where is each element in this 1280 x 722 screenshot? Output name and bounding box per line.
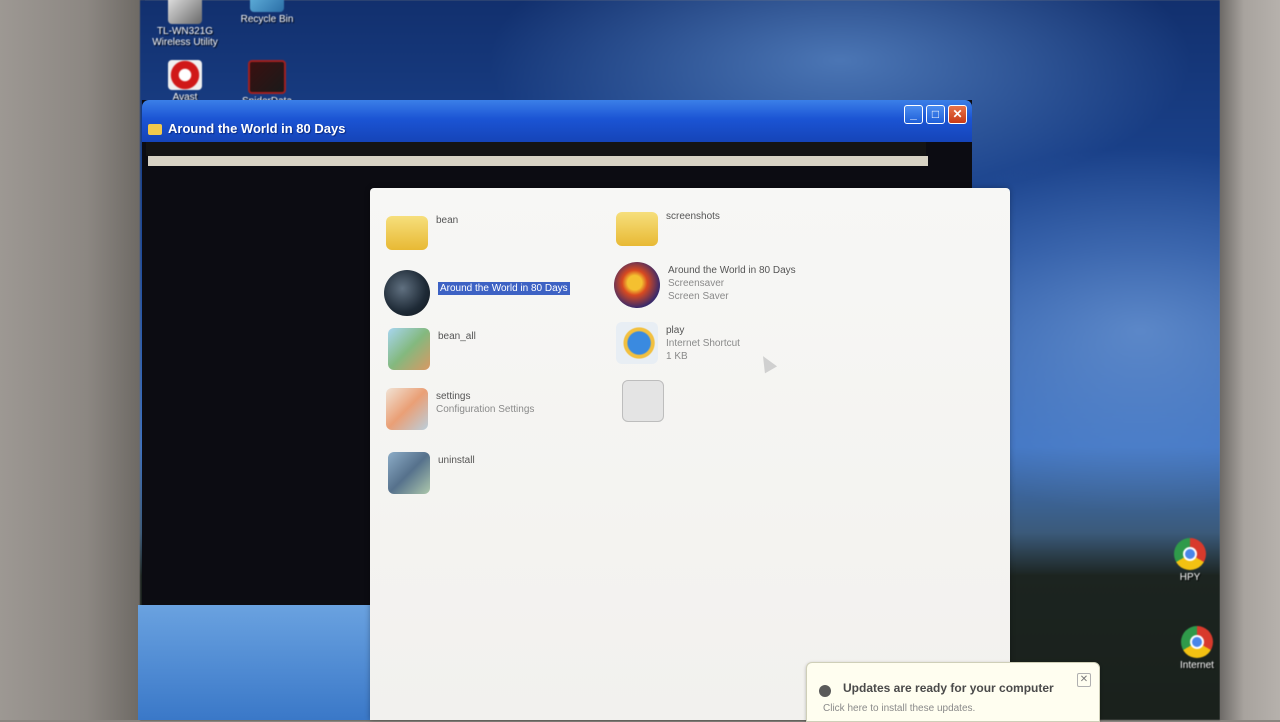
maximize-button[interactable]: □ [926, 105, 945, 124]
list-item[interactable]: bean_all [388, 328, 476, 370]
spider-icon [248, 60, 286, 94]
item-name: screenshots [666, 211, 720, 222]
update-notification[interactable]: Updates are ready for your computer Clic… [806, 662, 1100, 722]
chrome-icon [1174, 538, 1206, 570]
desktop-icon-label: TL-WN321G Wireless Utility [152, 26, 218, 48]
item-type: Internet Shortcut [666, 338, 740, 349]
item-name: Around the World in 80 Days [438, 282, 570, 295]
item-name: bean_all [438, 331, 476, 342]
item-detail: Screen Saver [668, 291, 729, 302]
item-detail: 1 KB [666, 351, 688, 362]
list-item[interactable]: screenshots [616, 208, 720, 246]
folder-icon [616, 212, 658, 246]
setup-icon [388, 452, 430, 494]
list-item[interactable]: settings Configuration Settings [386, 388, 534, 430]
settings-icon [386, 388, 428, 430]
chrome-icon [1181, 626, 1213, 658]
notification-title: Updates are ready for your computer [843, 681, 1054, 695]
close-button[interactable]: ✕ [948, 105, 967, 124]
desktop-icon-avast[interactable]: Avast [140, 60, 230, 103]
background-wall-right [1220, 0, 1280, 720]
list-item[interactable]: Around the World in 80 Days [384, 270, 570, 316]
desktop-icon-wireless-utility[interactable]: TL-WN321G Wireless Utility [140, 0, 230, 48]
list-item[interactable]: bean [386, 212, 458, 250]
list-item[interactable]: play Internet Shortcut 1 KB [616, 322, 740, 364]
list-item[interactable]: Around the World in 80 Days Screensaver … [614, 262, 796, 308]
item-name: bean [436, 215, 459, 226]
item-name: settings [436, 391, 471, 402]
image-icon [388, 328, 430, 370]
list-item[interactable]: uninstall [388, 452, 475, 494]
window-panel [138, 605, 378, 720]
window-titlebar[interactable]: Around the World in 80 Days _ □ ✕ [142, 100, 972, 142]
window-toolbar-strip [146, 142, 926, 156]
desktop-icon-recycle-bin[interactable]: Recycle Bin [222, 0, 312, 25]
internet-explorer-icon [616, 322, 658, 364]
window-title: Around the World in 80 Days [168, 121, 346, 136]
item-name: Around the World in 80 Days [668, 265, 796, 276]
desktop-icon-label: Recycle Bin [240, 14, 294, 25]
item-type: Configuration Settings [436, 404, 535, 415]
item-type: Screensaver [668, 278, 725, 289]
screensaver-icon [614, 262, 660, 308]
folder-icon [148, 124, 162, 135]
background-wall-left [0, 0, 145, 720]
file-icon [622, 380, 664, 422]
file-browser-dialog[interactable]: bean screenshots Around the World in 80 … [370, 188, 1010, 720]
notification-body[interactable]: Click here to install these updates. [823, 703, 975, 714]
item-name: play [666, 325, 685, 336]
wireless-icon [168, 0, 202, 24]
recycle-bin-icon [250, 0, 284, 12]
list-item[interactable] [622, 380, 672, 422]
shield-icon [819, 685, 831, 697]
globe-icon [384, 270, 430, 316]
avast-icon [168, 60, 202, 90]
window-divider [148, 156, 928, 166]
close-icon[interactable]: ✕ [1077, 673, 1091, 687]
folder-icon [386, 216, 428, 250]
item-name: uninstall [438, 455, 475, 466]
minimize-button[interactable]: _ [904, 105, 923, 124]
